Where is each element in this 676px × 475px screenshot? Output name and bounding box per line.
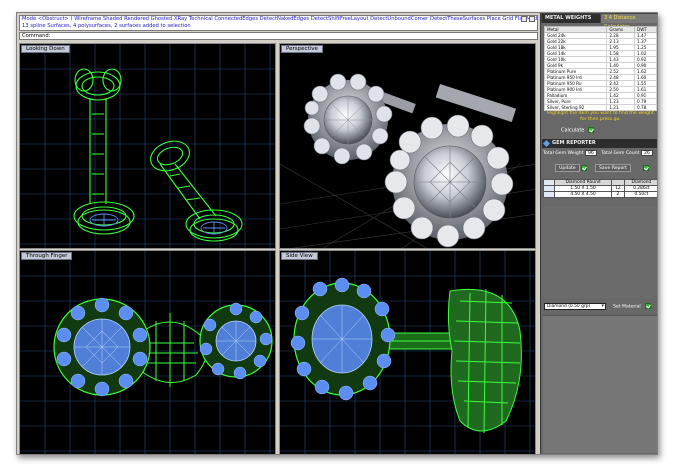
command-history-line-1: Mode <Obstruct> ( Wireframe Shaded Rende…	[22, 16, 537, 22]
table-row[interactable]: 4.50 X 4.50 2 0.50ct	[543, 191, 657, 198]
viewport-perspective[interactable]: Perspective	[279, 43, 536, 249]
command-history[interactable]: Mode <Obstruct> ( Wireframe Shaded Rende…	[19, 15, 538, 31]
table-row[interactable]: Silver, Sterling 92 1.21 0.78	[543, 104, 657, 111]
plugin-panel: METAL WEIGHTS 3 4 Distance Calculator Me…	[540, 13, 657, 454]
total-weight-value: 96	[584, 150, 597, 156]
metal-weights-table: Metal Grams DWT Gold 24k 2.28 1.47 Gold 22k 2.…	[543, 26, 657, 111]
gem-table: Diamond Round Diamond 1.50 X 1.50 12 0.286c…	[543, 179, 657, 198]
tab-distance-calculator[interactable]: 3 4 Distance Calculator	[601, 14, 657, 30]
calculate-button[interactable]	[588, 127, 595, 133]
save-report-button[interactable]: Save Report	[595, 164, 631, 172]
wireframe-earrings-front	[20, 251, 275, 454]
minimize-icon[interactable]	[521, 16, 527, 22]
total-weight-label: Total Gem Weight	[543, 151, 584, 156]
viewport-right[interactable]: Side View	[279, 250, 536, 454]
gem-thumbnail-icon	[543, 191, 555, 198]
viewport-top[interactable]: Looking Down	[19, 43, 276, 249]
app-window: Mode <Obstruct> ( Wireframe Shaded Rende…	[16, 12, 658, 455]
gem-reporter-header: GEM REPORTER	[542, 139, 657, 148]
table-cell: Silver, Sterling 92	[543, 104, 608, 111]
update-go-icon[interactable]	[581, 165, 587, 171]
calculate-label: Calculate	[561, 127, 585, 134]
panel-empty-area	[543, 315, 657, 453]
gem-totals: Total Gem Weight 96 Total Gem Count 26	[543, 150, 657, 156]
gem-select-dropdown[interactable]: Diamond (0.50 grp)	[544, 303, 606, 310]
gem-list-area	[543, 206, 657, 298]
table-cell: 0.50ct	[623, 191, 657, 198]
wireframe-earring-side	[280, 251, 535, 454]
total-count-label: Total Gem Count	[601, 151, 640, 156]
viewport-title[interactable]: Perspective	[281, 45, 323, 53]
close-icon[interactable]	[529, 16, 535, 22]
set-material-row: Set Material	[613, 303, 651, 311]
update-button[interactable]: Update	[555, 164, 580, 172]
viewport-title[interactable]: Looking Down	[21, 45, 70, 53]
calculate-row: Calculate	[561, 127, 595, 134]
gem-select-row: Diamond (0.50 grp) Set Material	[543, 302, 657, 312]
cad-workspace: Mode <Obstruct> ( Wireframe Shaded Rende…	[17, 13, 540, 454]
wireframe-earrings-top	[20, 44, 275, 248]
gem-reporter-title: GEM REPORTER	[552, 140, 596, 146]
command-prompt[interactable]: Command:	[19, 32, 538, 40]
table-cell: 2	[611, 191, 625, 198]
gem-icon	[542, 139, 551, 148]
total-count-value: 26	[640, 150, 653, 156]
table-cell: 0.78	[633, 104, 657, 111]
table-cell: 1.21	[606, 104, 635, 111]
panel-tabs: METAL WEIGHTS 3 4 Distance Calculator	[541, 13, 657, 30]
viewport-title[interactable]: Side View	[281, 252, 318, 260]
set-material-button[interactable]	[644, 303, 651, 309]
metal-weights-hint: Highlight the item you want to find the …	[547, 111, 654, 122]
command-history-line-2: 13 spline Surfaces, 4 polysurfaces, 2 su…	[22, 23, 191, 29]
gem-reporter-actions: Update Save Report	[543, 163, 657, 175]
tab-metal-weights[interactable]: METAL WEIGHTS	[542, 14, 600, 23]
set-material-label: Set Material	[613, 304, 641, 310]
rendered-earrings	[280, 73, 535, 248]
table-cell: 4.50 X 4.50	[554, 191, 612, 198]
save-go-icon[interactable]	[643, 165, 649, 171]
viewport-front[interactable]: Through Finger	[19, 250, 276, 454]
viewport-title[interactable]: Through Finger	[21, 252, 73, 260]
